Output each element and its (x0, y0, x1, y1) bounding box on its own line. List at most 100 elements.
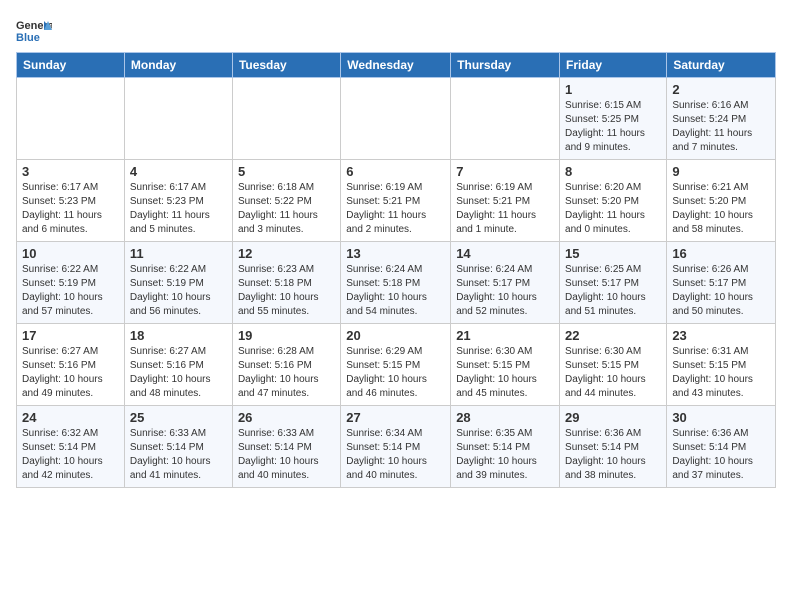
weekday-header-tuesday: Tuesday (232, 53, 340, 78)
calendar-cell (124, 78, 232, 160)
calendar-cell: 29 Sunrise: 6:36 AM Sunset: 5:14 PM Dayli… (560, 406, 667, 488)
day-number: 18 (130, 328, 227, 343)
calendar-cell: 5 Sunrise: 6:18 AM Sunset: 5:22 PM Daylig… (232, 160, 340, 242)
svg-text:Blue: Blue (16, 32, 40, 44)
day-info: Sunrise: 6:15 AM Sunset: 5:25 PM Dayligh… (565, 99, 661, 155)
calendar-cell: 19 Sunrise: 6:28 AM Sunset: 5:16 PM Dayli… (232, 324, 340, 406)
day-info: Sunrise: 6:24 AM Sunset: 5:17 PM Dayligh… (456, 263, 554, 319)
day-info: Sunrise: 6:17 AM Sunset: 5:23 PM Dayligh… (22, 181, 119, 237)
calendar-cell: 26 Sunrise: 6:33 AM Sunset: 5:14 PM Dayli… (232, 406, 340, 488)
day-number: 5 (238, 164, 335, 179)
day-number: 6 (346, 164, 445, 179)
calendar-cell: 16 Sunrise: 6:26 AM Sunset: 5:17 PM Dayli… (667, 242, 776, 324)
calendar-cell: 15Sunrise: 6:25 AM Sunset: 5:17 PM Dayli… (560, 242, 667, 324)
calendar-cell: 9 Sunrise: 6:21 AM Sunset: 5:20 PM Daylig… (667, 160, 776, 242)
calendar-cell: 17 Sunrise: 6:27 AM Sunset: 5:16 PM Dayli… (17, 324, 125, 406)
day-info: Sunrise: 6:36 AM Sunset: 5:14 PM Dayligh… (565, 427, 661, 483)
day-info: Sunrise: 6:32 AM Sunset: 5:14 PM Dayligh… (22, 427, 119, 483)
calendar-body: 1Sunrise: 6:15 AM Sunset: 5:25 PM Daylig… (17, 78, 776, 488)
day-info: Sunrise: 6:16 AM Sunset: 5:24 PM Dayligh… (672, 99, 770, 155)
day-number: 11 (130, 246, 227, 261)
day-info: Sunrise: 6:21 AM Sunset: 5:20 PM Dayligh… (672, 181, 770, 237)
calendar-row-3: 17 Sunrise: 6:27 AM Sunset: 5:16 PM Dayli… (17, 324, 776, 406)
calendar-cell: 1Sunrise: 6:15 AM Sunset: 5:25 PM Daylig… (560, 78, 667, 160)
weekday-header-monday: Monday (124, 53, 232, 78)
day-info: Sunrise: 6:33 AM Sunset: 5:14 PM Dayligh… (238, 427, 335, 483)
day-info: Sunrise: 6:30 AM Sunset: 5:15 PM Dayligh… (565, 345, 661, 401)
day-number: 23 (672, 328, 770, 343)
day-number: 3 (22, 164, 119, 179)
day-info: Sunrise: 6:33 AM Sunset: 5:14 PM Dayligh… (130, 427, 227, 483)
calendar-cell: 11 Sunrise: 6:22 AM Sunset: 5:19 PM Dayli… (124, 242, 232, 324)
day-info: Sunrise: 6:22 AM Sunset: 5:19 PM Dayligh… (130, 263, 227, 319)
day-number: 27 (346, 410, 445, 425)
day-number: 19 (238, 328, 335, 343)
calendar-row-4: 24 Sunrise: 6:32 AM Sunset: 5:14 PM Dayli… (17, 406, 776, 488)
day-info: Sunrise: 6:20 AM Sunset: 5:20 PM Dayligh… (565, 181, 661, 237)
calendar-cell: 6 Sunrise: 6:19 AM Sunset: 5:21 PM Daylig… (341, 160, 451, 242)
calendar-cell (232, 78, 340, 160)
day-info: Sunrise: 6:19 AM Sunset: 5:21 PM Dayligh… (456, 181, 554, 237)
calendar-cell: 13 Sunrise: 6:24 AM Sunset: 5:18 PM Dayli… (341, 242, 451, 324)
day-number: 21 (456, 328, 554, 343)
day-number: 12 (238, 246, 335, 261)
weekday-header-wednesday: Wednesday (341, 53, 451, 78)
day-number: 4 (130, 164, 227, 179)
calendar-row-2: 10Sunrise: 6:22 AM Sunset: 5:19 PM Dayli… (17, 242, 776, 324)
day-number: 28 (456, 410, 554, 425)
calendar-cell: 24 Sunrise: 6:32 AM Sunset: 5:14 PM Dayli… (17, 406, 125, 488)
calendar-cell: 27 Sunrise: 6:34 AM Sunset: 5:14 PM Dayli… (341, 406, 451, 488)
calendar-row-0: 1Sunrise: 6:15 AM Sunset: 5:25 PM Daylig… (17, 78, 776, 160)
calendar-cell: 28 Sunrise: 6:35 AM Sunset: 5:14 PM Dayli… (451, 406, 560, 488)
day-info: Sunrise: 6:17 AM Sunset: 5:23 PM Dayligh… (130, 181, 227, 237)
day-info: Sunrise: 6:24 AM Sunset: 5:18 PM Dayligh… (346, 263, 445, 319)
day-info: Sunrise: 6:25 AM Sunset: 5:17 PM Dayligh… (565, 263, 661, 319)
day-info: Sunrise: 6:26 AM Sunset: 5:17 PM Dayligh… (672, 263, 770, 319)
day-info: Sunrise: 6:23 AM Sunset: 5:18 PM Dayligh… (238, 263, 335, 319)
day-number: 25 (130, 410, 227, 425)
day-number: 24 (22, 410, 119, 425)
calendar-cell: 2 Sunrise: 6:16 AM Sunset: 5:24 PM Daylig… (667, 78, 776, 160)
calendar-cell: 18 Sunrise: 6:27 AM Sunset: 5:16 PM Dayli… (124, 324, 232, 406)
day-info: Sunrise: 6:34 AM Sunset: 5:14 PM Dayligh… (346, 427, 445, 483)
day-info: Sunrise: 6:28 AM Sunset: 5:16 PM Dayligh… (238, 345, 335, 401)
calendar-cell: 3 Sunrise: 6:17 AM Sunset: 5:23 PM Daylig… (17, 160, 125, 242)
day-info: Sunrise: 6:31 AM Sunset: 5:15 PM Dayligh… (672, 345, 770, 401)
day-info: Sunrise: 6:35 AM Sunset: 5:14 PM Dayligh… (456, 427, 554, 483)
day-number: 17 (22, 328, 119, 343)
day-number: 16 (672, 246, 770, 261)
day-number: 9 (672, 164, 770, 179)
day-number: 22 (565, 328, 661, 343)
day-info: Sunrise: 6:27 AM Sunset: 5:16 PM Dayligh… (22, 345, 119, 401)
calendar-cell: 25 Sunrise: 6:33 AM Sunset: 5:14 PM Dayli… (124, 406, 232, 488)
calendar-cell: 10Sunrise: 6:22 AM Sunset: 5:19 PM Dayli… (17, 242, 125, 324)
calendar-cell: 21Sunrise: 6:30 AM Sunset: 5:15 PM Dayli… (451, 324, 560, 406)
day-info: Sunrise: 6:19 AM Sunset: 5:21 PM Dayligh… (346, 181, 445, 237)
calendar-cell: 20 Sunrise: 6:29 AM Sunset: 5:15 PM Dayli… (341, 324, 451, 406)
calendar-cell: 8Sunrise: 6:20 AM Sunset: 5:20 PM Daylig… (560, 160, 667, 242)
logo-icon: General Blue (16, 16, 52, 44)
day-number: 29 (565, 410, 661, 425)
day-info: Sunrise: 6:18 AM Sunset: 5:22 PM Dayligh… (238, 181, 335, 237)
calendar-cell: 14Sunrise: 6:24 AM Sunset: 5:17 PM Dayli… (451, 242, 560, 324)
day-info: Sunrise: 6:29 AM Sunset: 5:15 PM Dayligh… (346, 345, 445, 401)
weekday-header-saturday: Saturday (667, 53, 776, 78)
calendar-cell: 30Sunrise: 6:36 AM Sunset: 5:14 PM Dayli… (667, 406, 776, 488)
day-number: 13 (346, 246, 445, 261)
page-header: General Blue (16, 16, 776, 44)
day-number: 26 (238, 410, 335, 425)
calendar-cell (341, 78, 451, 160)
day-number: 2 (672, 82, 770, 97)
day-info: Sunrise: 6:27 AM Sunset: 5:16 PM Dayligh… (130, 345, 227, 401)
day-info: Sunrise: 6:36 AM Sunset: 5:14 PM Dayligh… (672, 427, 770, 483)
calendar-cell: 7Sunrise: 6:19 AM Sunset: 5:21 PM Daylig… (451, 160, 560, 242)
weekday-header-friday: Friday (560, 53, 667, 78)
logo: General Blue (16, 16, 54, 44)
day-info: Sunrise: 6:22 AM Sunset: 5:19 PM Dayligh… (22, 263, 119, 319)
weekday-header-row: SundayMondayTuesdayWednesdayThursdayFrid… (17, 53, 776, 78)
calendar-table: SundayMondayTuesdayWednesdayThursdayFrid… (16, 52, 776, 488)
day-number: 20 (346, 328, 445, 343)
calendar-cell (17, 78, 125, 160)
calendar-cell: 23 Sunrise: 6:31 AM Sunset: 5:15 PM Dayli… (667, 324, 776, 406)
weekday-header-sunday: Sunday (17, 53, 125, 78)
